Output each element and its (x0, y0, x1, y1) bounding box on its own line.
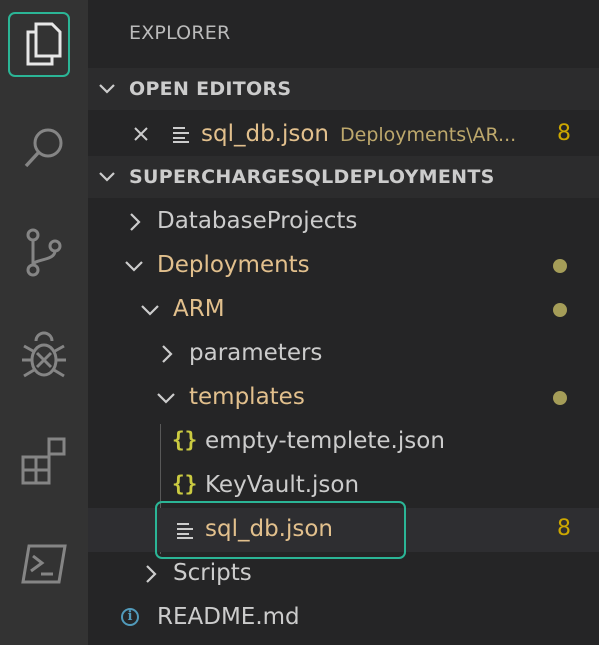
open-editor-path: Deployments\AR... (340, 124, 517, 146)
open-editor-item[interactable]: sql_db.json Deployments\AR... 8 (88, 113, 599, 157)
tree-item-templates[interactable]: templates (88, 376, 599, 420)
workspace-label: SUPERCHARGESQLDEPLOYMENTS (129, 166, 495, 188)
modified-dot (553, 259, 567, 273)
tree-item-sql-db[interactable]: sql_db.json 8 (88, 508, 599, 552)
lines-icon (173, 127, 189, 143)
modified-dot (553, 303, 567, 317)
explorer-panel: EXPLORER OPEN EDITORS sql_db.json Deploy… (88, 0, 599, 645)
explorer-icon[interactable] (0, 14, 88, 74)
source-control-icon[interactable] (0, 222, 88, 282)
json-icon: {} (172, 428, 198, 452)
tree-item-parameters[interactable]: parameters (88, 332, 599, 376)
tree-item-label: Scripts (173, 560, 252, 586)
open-editors-header[interactable]: OPEN EDITORS (88, 68, 599, 110)
tree-item-label: templates (189, 384, 305, 410)
tree-item-label: ARM (173, 296, 225, 322)
info-icon: i (121, 608, 139, 626)
chevron-down-icon (99, 172, 115, 182)
tree-item-label: README.md (157, 604, 300, 630)
open-editors-label: OPEN EDITORS (129, 78, 292, 100)
explorer-title: EXPLORER (129, 22, 231, 44)
chevron-right-icon (130, 213, 141, 231)
chevron-right-icon (146, 565, 157, 583)
close-icon[interactable] (133, 126, 149, 142)
tree-item-arm[interactable]: ARM (88, 288, 599, 332)
json-icon: {} (172, 472, 198, 496)
modified-dot (553, 391, 567, 405)
search-icon[interactable] (0, 118, 88, 178)
tree-item-keyvault[interactable]: {} KeyVault.json (88, 464, 599, 508)
tree-item-label: empty-templete.json (205, 428, 445, 454)
chevron-down-icon (99, 84, 115, 94)
tree-item-empty-templete[interactable]: {} empty-templete.json (88, 420, 599, 554)
tree-item-deployments[interactable]: Deployments (88, 244, 599, 288)
tree-item-label: DatabaseProjects (157, 208, 358, 234)
extensions-icon[interactable] (0, 430, 88, 490)
problem-count-badge: 8 (557, 121, 571, 146)
tree-item-label: sql_db.json (205, 516, 334, 542)
activity-bar (0, 0, 88, 645)
tree-item-scripts[interactable]: Scripts (88, 552, 599, 596)
chevron-down-icon (157, 393, 175, 404)
tree-item-label: parameters (189, 340, 323, 366)
workspace-header[interactable]: SUPERCHARGESQLDEPLOYMENTS (88, 156, 599, 198)
chevron-right-icon (162, 345, 173, 363)
open-editor-filename: sql_db.json (201, 121, 330, 147)
tree-item-databaseprojects[interactable]: DatabaseProjects (88, 200, 599, 244)
terminal-icon[interactable] (0, 534, 88, 594)
debug-icon[interactable] (0, 326, 88, 386)
problem-count-badge: 8 (557, 516, 571, 541)
tree-item-readme[interactable]: i README.md (88, 596, 599, 640)
tree-item-label: Deployments (157, 252, 310, 278)
tree-item-label: KeyVault.json (205, 472, 360, 498)
lines-icon (177, 523, 193, 539)
chevron-down-icon (125, 261, 143, 272)
chevron-down-icon (141, 305, 159, 316)
